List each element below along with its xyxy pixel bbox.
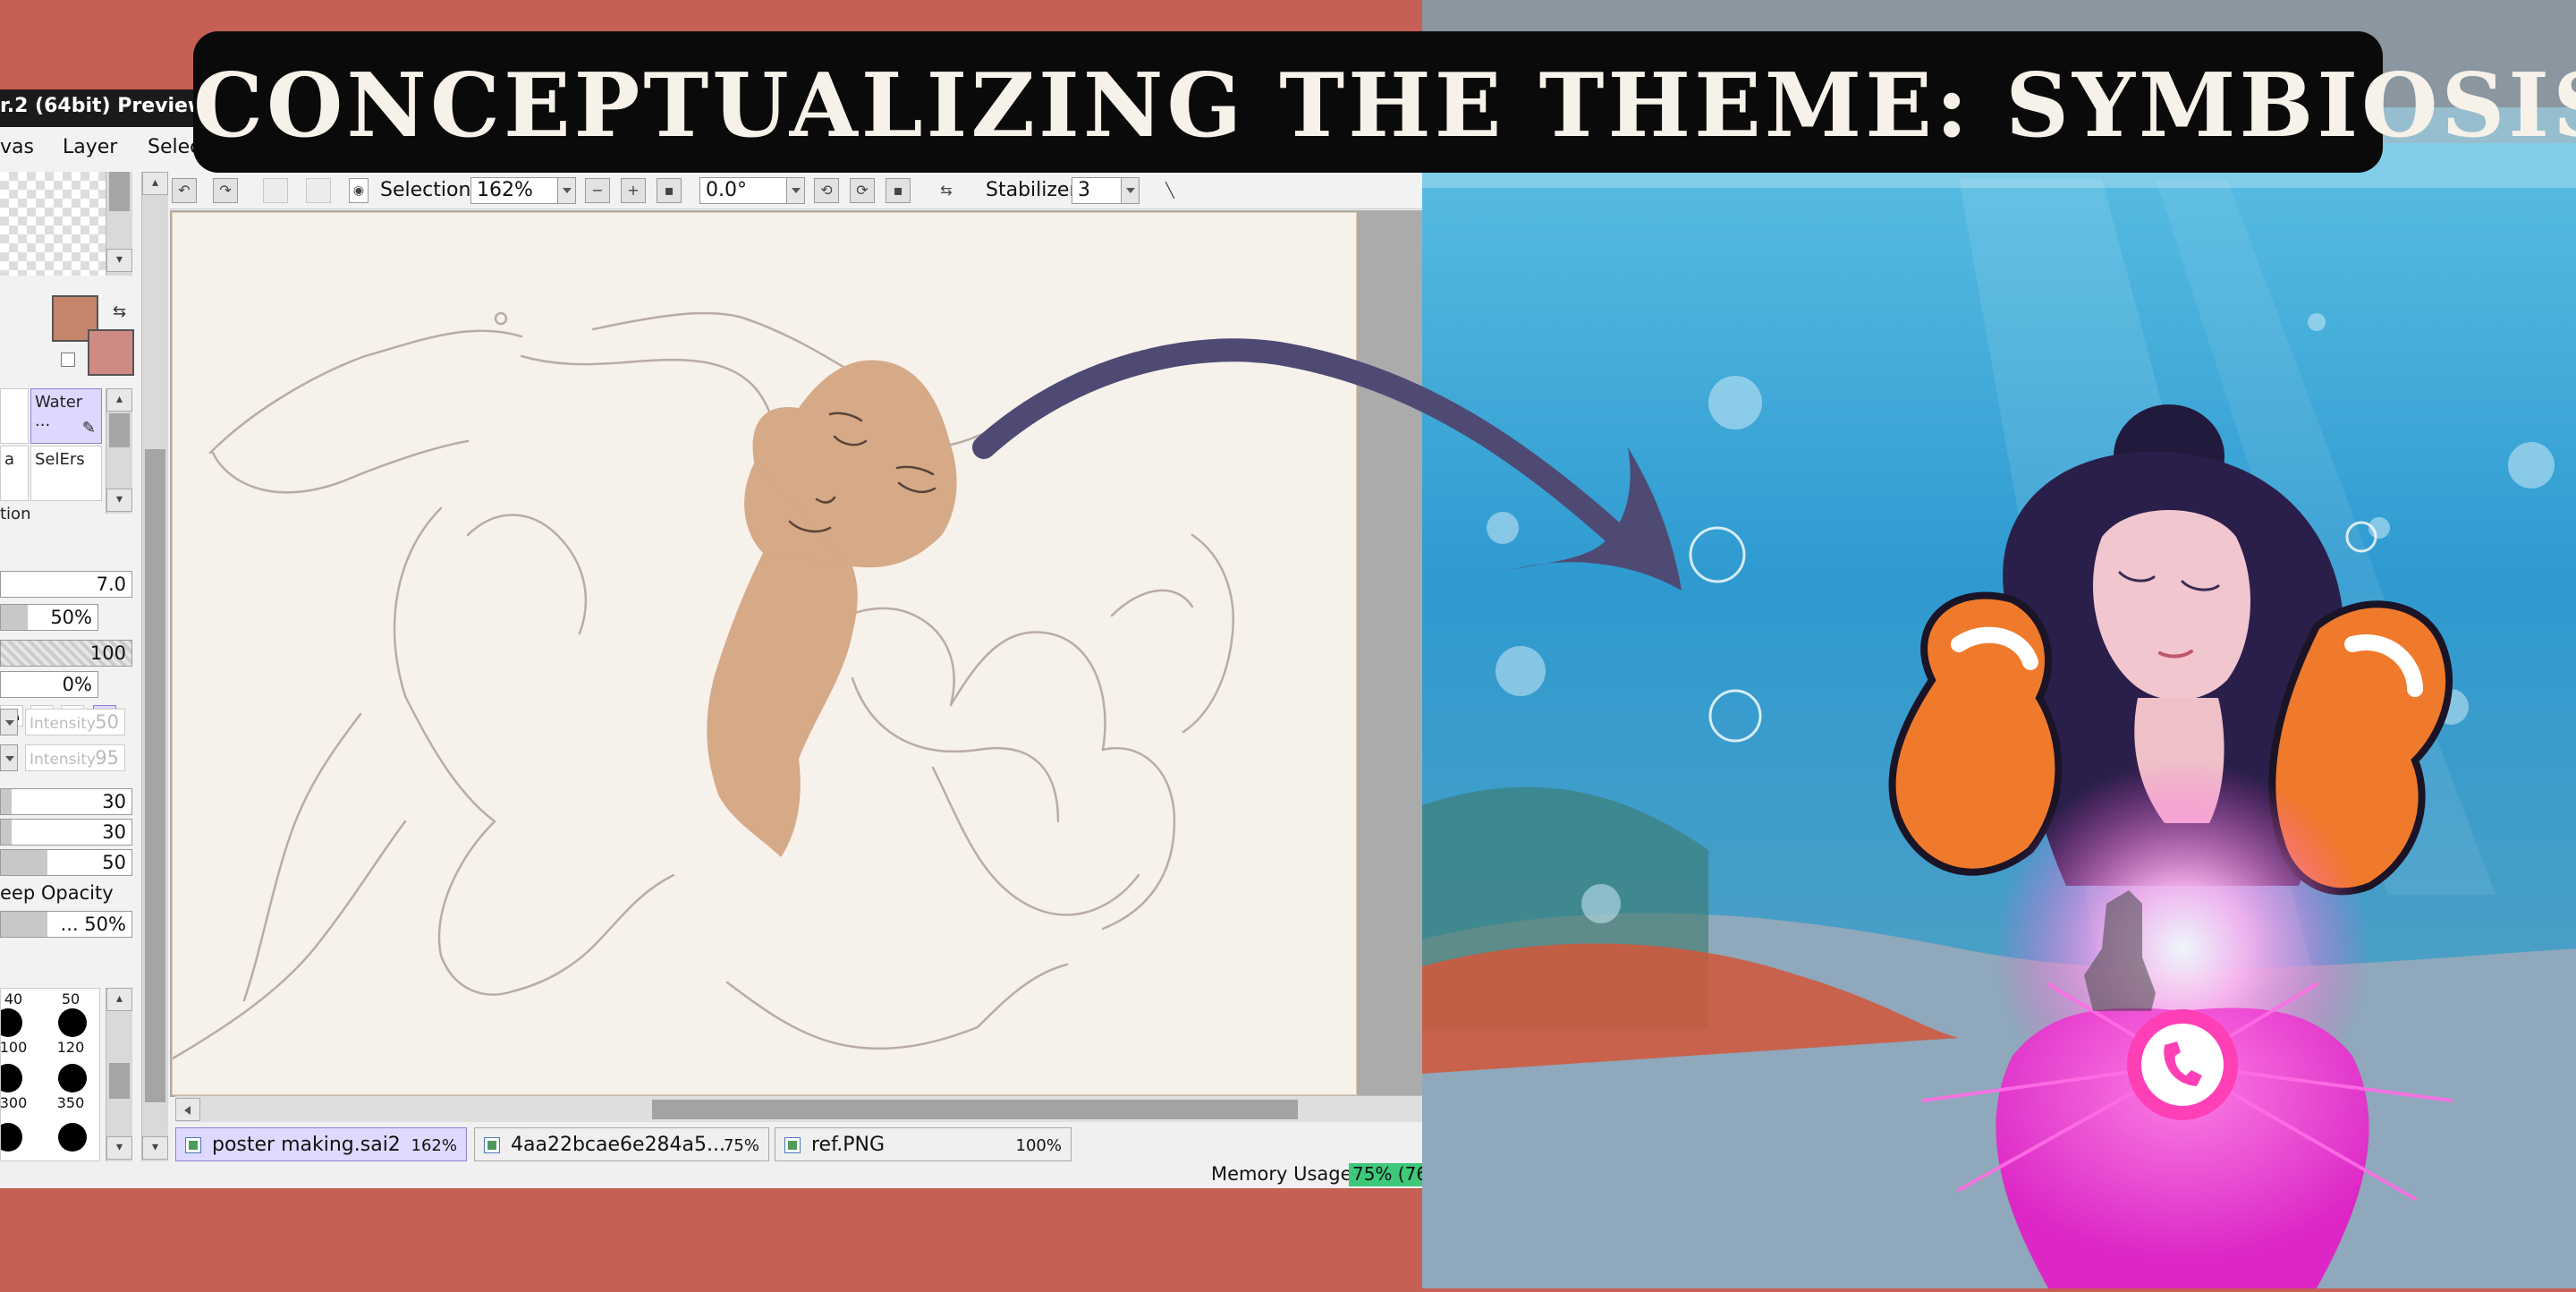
zoom-reset-button[interactable]: ▪ [657, 178, 682, 203]
navigator-scrollbar[interactable]: ▾ [106, 172, 132, 276]
navigator-scroll-thumb[interactable] [109, 172, 130, 211]
rotate-left-button[interactable]: ⟲ [814, 178, 839, 203]
brush-dot [1, 1064, 22, 1092]
headline-text: CONCEPTUALIZING THE THEME: SYMBIOSIS [193, 55, 2576, 157]
persistence-field[interactable]: 50 [0, 849, 132, 876]
flip-horizontal-icon[interactable]: ⇆ [934, 178, 959, 203]
file-tab-poster-making[interactable]: poster making.sai2 162% [175, 1127, 467, 1161]
menu-layer[interactable]: Layer [63, 136, 117, 158]
file-icon [784, 1137, 801, 1153]
brush-dot [58, 1123, 87, 1152]
tool-prev[interactable] [0, 388, 29, 444]
tool-watercolor[interactable]: Water ... ✎ [30, 388, 102, 444]
memory-usage-label: Memory Usage [1211, 1163, 1352, 1185]
brush-size-40[interactable]: 40 [1, 990, 31, 1007]
rotate-right-button[interactable]: ⟳ [850, 178, 875, 203]
texture-dropdown[interactable] [0, 709, 18, 735]
intensity-1-field[interactable]: Intensity 50 [25, 709, 125, 735]
tool-scroll-thumb[interactable] [109, 413, 130, 447]
invert-selection-button[interactable] [306, 178, 331, 203]
scroll-up-button[interactable]: ▴ [142, 172, 168, 195]
zoom-dropdown[interactable]: 162% [470, 177, 576, 204]
paper-dropdown[interactable] [0, 744, 18, 771]
file-icon [484, 1137, 500, 1153]
canvas-scroll-thumb[interactable] [652, 1100, 1298, 1119]
min-size-field[interactable]: 50% [0, 604, 98, 631]
brush-size-350[interactable]: 350 [53, 1094, 89, 1111]
panel-scrollbar[interactable]: ▴ ▾ [141, 172, 168, 1161]
brush-icon: ✎ [81, 419, 96, 438]
brush-dot [1, 1008, 22, 1037]
navigator-preview [0, 172, 106, 276]
brush-size-50[interactable]: 50 [53, 990, 89, 1007]
dilution-field[interactable]: 30 [0, 819, 132, 846]
memory-usage-meter: 75% (76 [1349, 1163, 1422, 1186]
selection-label: Selection [380, 179, 471, 201]
sub-color-swatch[interactable] [88, 329, 134, 376]
tool-scrollbar[interactable]: ▴ ▾ [106, 388, 132, 514]
zoom-out-button[interactable]: − [585, 178, 610, 203]
blend-field[interactable]: 30 [0, 788, 132, 815]
swap-colors-icon[interactable]: ⇆ [113, 302, 126, 321]
transparent-color-icon[interactable] [61, 353, 75, 367]
scroll-down-button[interactable]: ▾ [106, 1136, 132, 1160]
intensity-2-field[interactable]: Intensity 95 [25, 744, 125, 771]
density-field[interactable]: 100 [0, 640, 132, 667]
scroll-up-button[interactable]: ▴ [106, 988, 132, 1011]
headline-banner: CONCEPTUALIZING THE THEME: SYMBIOSIS [193, 31, 2576, 173]
brush-grid-scrollbar[interactable]: ▴ ▾ [106, 988, 132, 1161]
scroll-up-button[interactable]: ▴ [106, 388, 132, 412]
blending-field[interactable]: 0% [0, 671, 98, 698]
brush-size-100[interactable]: 100 [1, 1039, 31, 1056]
tool-a-label: a [4, 450, 15, 469]
menu-canvas[interactable]: vas [0, 136, 34, 158]
scroll-left-button[interactable] [175, 1098, 200, 1121]
brush-grid-scroll-thumb[interactable] [109, 1063, 130, 1099]
tool-group-label: tion [0, 505, 31, 523]
scroll-down-button[interactable]: ▾ [106, 489, 132, 512]
zoom-in-button[interactable]: + [621, 178, 646, 203]
panel-scroll-thumb[interactable] [145, 449, 165, 1102]
deselect-button[interactable] [263, 178, 288, 203]
brush-size-grid: 40 50 100 120 300 350 [0, 988, 100, 1161]
show-selection-icon[interactable]: ◉ [349, 178, 369, 203]
redo-button[interactable]: ↷ [213, 178, 238, 203]
scroll-down-button[interactable]: ▾ [142, 1136, 168, 1160]
stabilizer-label: Stabilizer [986, 179, 1078, 201]
canvas-horizontal-scrollbar[interactable] [175, 1095, 1422, 1122]
rotation-reset-button[interactable]: ▪ [886, 178, 911, 203]
keep-opacity-label[interactable]: eep Opacity [0, 882, 114, 904]
file-icon [185, 1137, 201, 1153]
keep-opacity-field[interactable]: ... 50% [0, 911, 132, 938]
file-tab-ref-png[interactable]: ref.PNG 100% [775, 1127, 1072, 1161]
brush-size-field[interactable]: 7.0 [0, 571, 132, 598]
brush-dot [58, 1008, 87, 1037]
final-illustration [1422, 0, 2576, 1288]
canvas-toolbar: ↶ ↷ ◉ Selection 162% − + ▪ 0.0° ⟲ ⟳ ▪ ⇆ … [170, 172, 1422, 209]
tool-panel: ▾ ⇆ Water ... ✎ a SelErs tion ▴ ▾ 7.0 50… [0, 172, 168, 1161]
stabilizer-dropdown[interactable]: 3 [1072, 177, 1140, 204]
status-bar: Memory Usage 75% (76 [0, 1161, 1422, 1188]
canvas[interactable] [171, 212, 1357, 1095]
rotation-dropdown[interactable]: 0.0° [699, 177, 805, 204]
tool-watercolor-label: Water ... [35, 393, 83, 430]
brush-dot [1, 1123, 22, 1152]
pen-pressure-icon[interactable]: ╲ [1157, 178, 1182, 203]
brush-size-120[interactable]: 120 [53, 1039, 89, 1056]
undo-button[interactable]: ↶ [172, 178, 197, 203]
window-title: r.2 (64bit) Preview... [0, 89, 206, 127]
tool-selers-label: SelErs [35, 450, 85, 469]
brush-dot [58, 1064, 87, 1092]
tool-selection-eraser[interactable]: SelErs [30, 446, 102, 501]
brush-size-300[interactable]: 300 [1, 1094, 31, 1111]
sketch-drawing [171, 311, 1234, 1060]
file-tab-reference-image[interactable]: 4aa22bcae6e284a5... 75% [474, 1127, 769, 1161]
scroll-down-button[interactable]: ▾ [106, 249, 132, 272]
canvas-area [170, 210, 1422, 1097]
tool-a[interactable]: a [0, 446, 29, 501]
